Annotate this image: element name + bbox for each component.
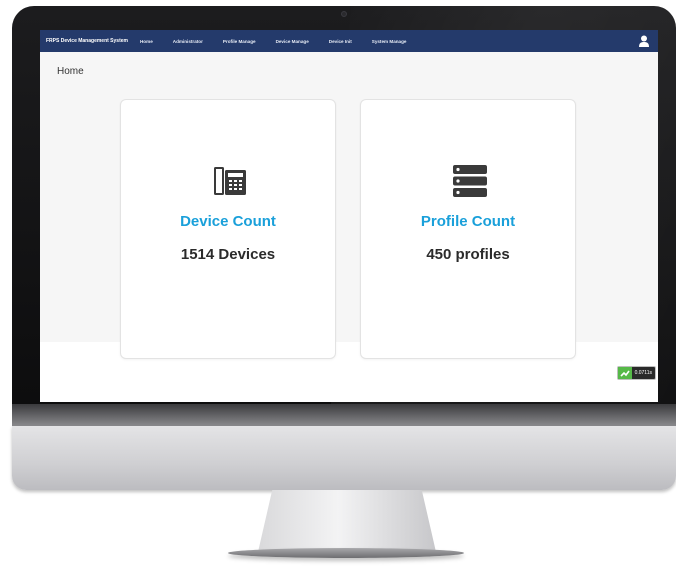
monitor-stand — [258, 490, 436, 552]
server-stack-icon — [453, 165, 487, 197]
user-icon[interactable] — [639, 35, 649, 47]
nav-device-init[interactable]: Device Init — [329, 39, 352, 44]
nav-home[interactable]: Home — [140, 39, 153, 44]
screen: FRPS Device Management System Home Admin… — [40, 30, 658, 402]
brand-title[interactable]: FRPS Device Management System — [46, 38, 128, 44]
webcam — [341, 11, 347, 17]
monitor-mockup: FRPS Device Management System Home Admin… — [0, 0, 676, 570]
profile-count-card[interactable]: Profile Count 450 profiles — [360, 99, 576, 359]
debug-timer-badge[interactable]: 0.0711s — [616, 366, 656, 380]
desk-phone-icon — [214, 167, 246, 195]
timer-value: 0.0711s — [634, 370, 652, 376]
timer-logo-icon — [617, 367, 632, 379]
top-navbar: FRPS Device Management System Home Admin… — [40, 30, 658, 52]
breadcrumb[interactable]: Home — [57, 66, 84, 77]
monitor-lower-edge — [12, 404, 676, 426]
nav-administrator[interactable]: Administrator — [173, 39, 203, 44]
profile-count-title: Profile Count — [420, 213, 516, 230]
profile-count-value: 450 profiles — [426, 246, 510, 263]
device-count-title: Device Count — [180, 213, 276, 230]
device-count-value: 1514 Devices — [180, 246, 276, 263]
nav-profile-manage[interactable]: Profile Manage — [223, 39, 256, 44]
monitor-base — [228, 548, 464, 558]
nav-system-manage[interactable]: System Manage — [372, 39, 407, 44]
nav-device-manage[interactable]: Device Manage — [276, 39, 309, 44]
device-count-card[interactable]: Device Count 1514 Devices — [120, 99, 336, 359]
monitor-chin — [12, 426, 676, 490]
